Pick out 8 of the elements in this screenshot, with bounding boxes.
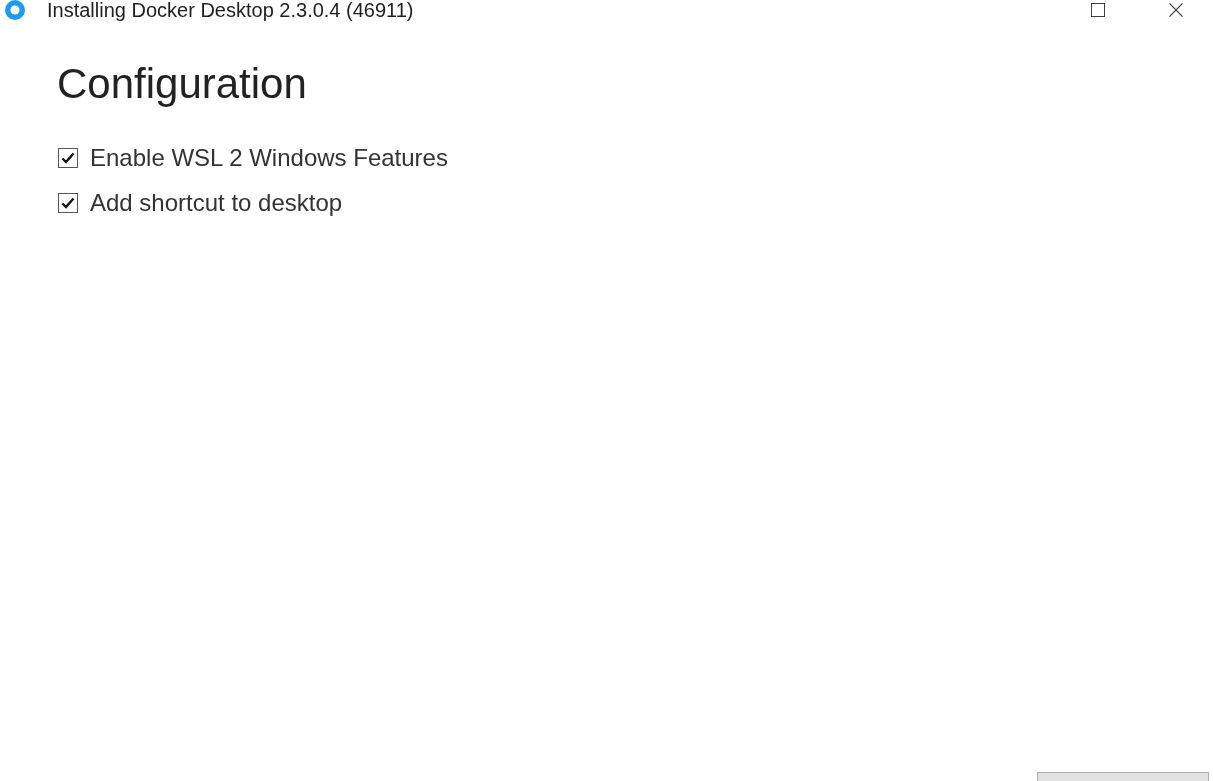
close-icon[interactable]: [1169, 3, 1183, 17]
checkbox[interactable]: [58, 147, 78, 168]
maximize-icon[interactable]: [1091, 3, 1105, 17]
checkbox-label: Enable WSL 2 Windows Features: [90, 142, 448, 173]
checkbox-label: Add shortcut to desktop: [90, 187, 343, 218]
checkbox[interactable]: [58, 192, 78, 213]
window-title: Installing Docker Desktop 2.3.0.4 (46911): [47, 0, 414, 22]
page-heading: Configuration: [57, 59, 307, 109]
